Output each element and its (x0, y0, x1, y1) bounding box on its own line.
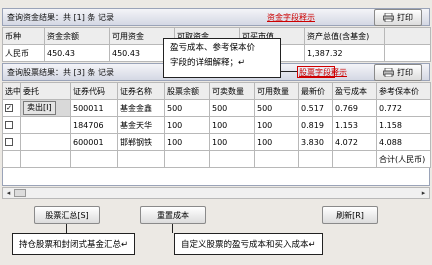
col-header: 最新价 (298, 82, 333, 100)
callout-leader (172, 224, 173, 233)
col-header: 币种 (2, 27, 45, 45)
stocks-table: 选中 委托 证券代码 证券名称 股票余额 可卖数量 可用数量 最新价 盈亏成本 … (2, 82, 431, 168)
table-row[interactable]: 600001 邯郸钢铁 100 100 100 3.830 4.072 4.08… (2, 133, 431, 151)
cell: 600001 (70, 133, 118, 151)
col-header: 可用数量 (254, 82, 299, 100)
col-header: 股票余额 (164, 82, 210, 100)
cell (384, 44, 431, 62)
cell: 450.43 (44, 44, 110, 62)
col-header: 参考保本价 (376, 82, 431, 100)
cell: 0.517 (298, 99, 333, 117)
summary-callout: 持仓股票和封闭式基金汇总↵ (12, 233, 136, 255)
col-header: 证券名称 (117, 82, 165, 100)
reset-cost-label: 重置成本 (157, 210, 189, 220)
cost-callout: 自定义股票的盈亏成本和买入成本↵ (174, 233, 323, 255)
cell: 500 (209, 99, 255, 117)
cell: 基金金鑫 (117, 99, 165, 117)
table-row[interactable]: 184706 基金天华 100 100 100 0.819 1.153 1.15… (2, 116, 431, 134)
cell: 3.830 (298, 133, 333, 151)
callout-line: 字段的详细解释；↵ (170, 58, 246, 68)
funds-print-button[interactable]: 打印 (374, 9, 422, 26)
funds-print-label: 打印 (397, 13, 413, 22)
cell: 100 (209, 133, 255, 151)
stock-summary-label: 股票汇总[S] (45, 210, 89, 220)
stock-query-window: 查询资金结果：共 [1] 条 记录 资金字段释示 打印 币种 资金余额 可用资金… (0, 0, 432, 265)
col-header: 盈亏成本 (332, 82, 377, 100)
cell: 100 (164, 133, 210, 151)
cell: 100 (164, 116, 210, 134)
cell: 0.769 (332, 99, 377, 117)
breakeven-callout: 盈亏成本、参考保本价 字段的详细解释；↵ (163, 38, 281, 78)
cell: 0.772 (376, 99, 431, 117)
total-row: 合计(人民币) (2, 150, 431, 168)
sell-button[interactable]: 卖出[I] (23, 101, 56, 115)
stock-summary-button[interactable]: 股票汇总[S] (34, 206, 100, 224)
col-header: 委托 (20, 82, 71, 100)
cell: 基金天华 (117, 116, 165, 134)
cell: 4.072 (332, 133, 377, 151)
row-checkbox[interactable]: ✓ (5, 104, 13, 112)
scroll-thumb[interactable] (14, 189, 26, 197)
cell: 500 (254, 99, 299, 117)
refresh-button[interactable]: 刷新[R] (322, 206, 378, 224)
col-header-empty (384, 27, 431, 45)
arrow-right-icon[interactable]: ▸ (419, 189, 428, 198)
cell: 1.153 (332, 116, 377, 134)
col-header: 资产总值(含基金) (304, 27, 385, 45)
cell: 100 (254, 133, 299, 151)
cell: 4.088 (376, 133, 431, 151)
cell: 人民币 (2, 44, 45, 62)
reset-cost-button[interactable]: 重置成本 (140, 206, 206, 224)
callout-line: 盈亏成本、参考保本价 (170, 43, 256, 53)
funds-field-help-link[interactable]: 资金字段释示 (267, 12, 315, 23)
link-highlight (297, 66, 335, 78)
stocks-result-title: 查询股票结果：共 [3] 条 记录 (7, 68, 114, 77)
row-checkbox[interactable] (5, 121, 13, 129)
table-row[interactable]: ✓ 卖出[I] 500011 基金金鑫 500 500 500 0.517 0.… (2, 99, 431, 117)
select-cell[interactable] (2, 116, 21, 134)
action-cell[interactable]: 卖出[I] (20, 99, 71, 117)
cell: 500011 (70, 99, 118, 117)
funds-result-bar: 查询资金结果：共 [1] 条 记录 资金字段释示 (2, 8, 430, 26)
cell: 100 (254, 116, 299, 134)
select-cell[interactable]: ✓ (2, 99, 21, 117)
cell: 184706 (70, 116, 118, 134)
refresh-label: 刷新[R] (336, 210, 364, 220)
action-cell[interactable] (20, 133, 71, 151)
printer-icon (383, 68, 394, 77)
col-header: 资金余额 (44, 27, 110, 45)
cell: 1.158 (376, 116, 431, 134)
stocks-print-button[interactable]: 打印 (374, 64, 422, 81)
callout-text: 持仓股票和封闭式基金汇总↵ (19, 240, 129, 250)
select-cell[interactable] (2, 133, 21, 151)
funds-result-title: 查询资金结果：共 [1] 条 记录 (7, 13, 114, 22)
row-checkbox[interactable] (5, 138, 13, 146)
callout-leader (66, 224, 67, 233)
stocks-header-row: 选中 委托 证券代码 证券名称 股票余额 可卖数量 可用数量 最新价 盈亏成本 … (2, 82, 431, 100)
cell: 100 (209, 116, 255, 134)
cell: 1,387.32 (304, 44, 385, 62)
col-header: 可卖数量 (209, 82, 255, 100)
arrow-left-icon[interactable]: ◂ (4, 189, 13, 198)
total-label: 合计(人民币) (376, 150, 431, 168)
col-header: 证券代码 (70, 82, 118, 100)
cell: 邯郸钢铁 (117, 133, 165, 151)
action-cell[interactable] (20, 116, 71, 134)
stocks-print-label: 打印 (397, 68, 413, 77)
printer-icon (383, 13, 394, 22)
cell: 500 (164, 99, 210, 117)
callout-text: 自定义股票的盈亏成本和买入成本↵ (181, 240, 316, 250)
col-header: 选中 (2, 82, 21, 100)
cell: 0.819 (298, 116, 333, 134)
horizontal-scrollbar[interactable]: ◂ ▸ (2, 187, 430, 199)
